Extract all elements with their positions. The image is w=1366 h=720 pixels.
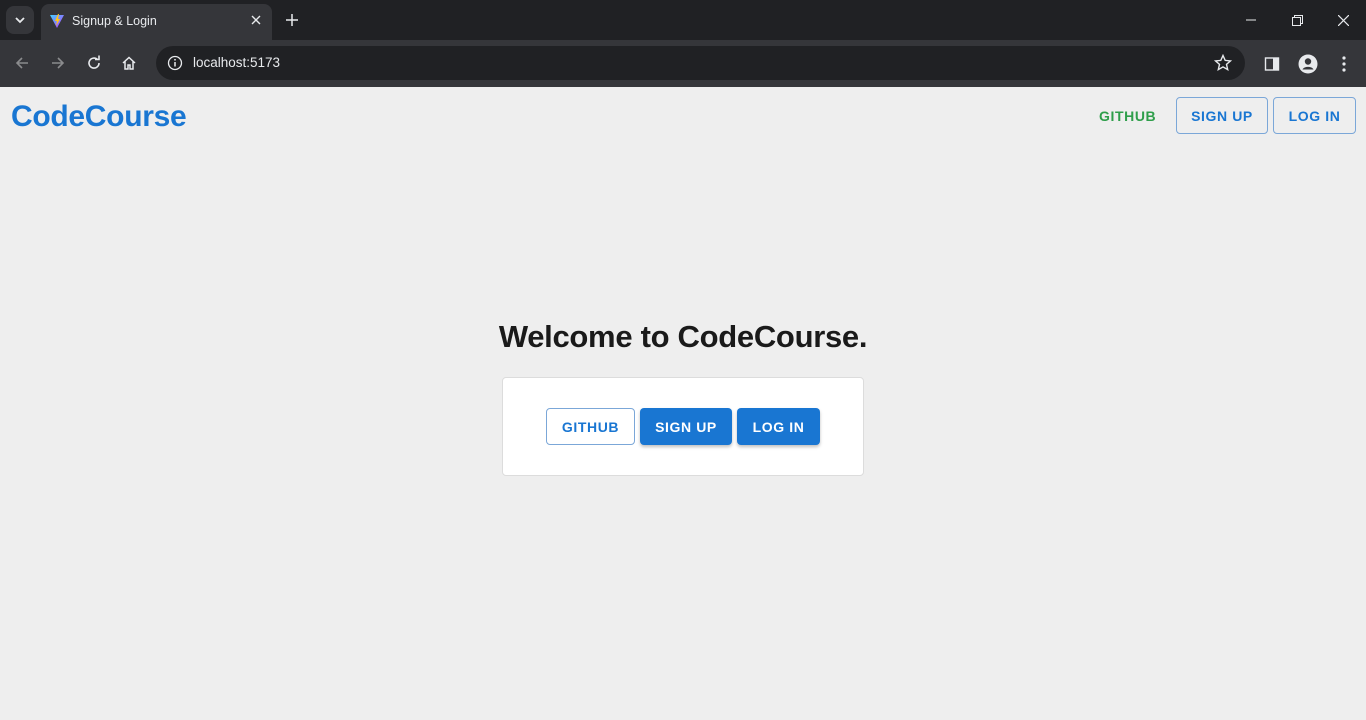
back-arrow-icon[interactable] — [6, 48, 38, 78]
signup-button[interactable]: SIGN UP — [640, 408, 732, 445]
nav-signup-button[interactable]: SIGN UP — [1176, 97, 1268, 134]
new-tab-plus-icon[interactable] — [282, 10, 302, 30]
url-text: localhost:5173 — [193, 55, 281, 70]
page-viewport: CodeCourse GITHUB SIGN UP LOG IN Welcome… — [0, 87, 1366, 720]
reload-icon[interactable] — [78, 48, 110, 78]
brand-logo[interactable]: CodeCourse — [11, 100, 187, 134]
restore-window-icon[interactable] — [1274, 0, 1320, 40]
auth-card: GITHUB SIGN UP LOG IN — [502, 377, 864, 476]
home-icon[interactable] — [113, 48, 145, 78]
nav-login-button[interactable]: LOG IN — [1273, 97, 1356, 134]
minimize-window-icon[interactable] — [1228, 0, 1274, 40]
tab-title: Signup & Login — [72, 14, 157, 28]
nav-github-link[interactable]: GITHUB — [1088, 98, 1167, 134]
github-button[interactable]: GITHUB — [546, 408, 635, 445]
vite-favicon-icon — [50, 14, 64, 28]
bookmark-star-icon[interactable] — [1213, 53, 1233, 73]
browser-tab-bar: Signup & Login — [0, 0, 1366, 40]
login-button[interactable]: LOG IN — [737, 408, 820, 445]
close-tab-icon[interactable] — [248, 12, 264, 28]
forward-arrow-icon[interactable] — [42, 48, 74, 78]
close-window-icon[interactable] — [1320, 0, 1366, 40]
side-panel-icon[interactable] — [1260, 52, 1284, 76]
profile-avatar-icon[interactable] — [1296, 52, 1320, 76]
address-bar[interactable]: localhost:5173 — [156, 46, 1245, 80]
browser-toolbar: localhost:5173 — [0, 40, 1366, 87]
welcome-heading: Welcome to CodeCourse. — [498, 319, 868, 354]
site-info-icon[interactable] — [164, 52, 186, 74]
browser-tab[interactable]: Signup & Login — [41, 4, 272, 40]
browser-menu-kebab-icon[interactable] — [1332, 52, 1356, 76]
tab-search-chevron-icon[interactable] — [6, 6, 34, 34]
